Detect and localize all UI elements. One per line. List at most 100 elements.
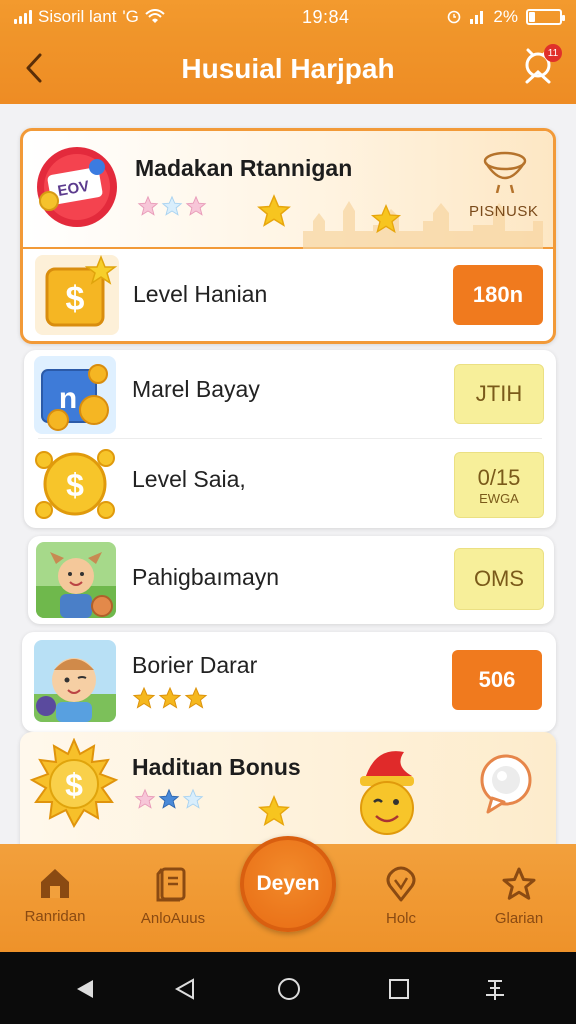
list-card[interactable]: n Marel Bayay JTIH $ Level Saia, 0/15 EW…: [24, 350, 556, 528]
list-item-label-3: Pahigbaımayn: [132, 564, 280, 590]
battery-percent: 2%: [493, 7, 518, 26]
reward-stars: [132, 686, 208, 710]
chat-bubble-icon: [480, 754, 532, 814]
system-home-button[interactable]: [274, 974, 304, 1004]
battery-icon: [526, 9, 565, 25]
page-title: Husuial Harjpah: [181, 53, 395, 84]
featured-logo: ΕΟV: [35, 145, 119, 229]
reward-value: 506: [478, 667, 516, 692]
list-item-label-2: Level Saia,: [132, 466, 246, 492]
star-icon: [158, 788, 180, 809]
list-card-3[interactable]: Pahigbaımayn OMS: [28, 536, 554, 624]
bonus-card[interactable]: $ Haditıan Bonus: [20, 732, 556, 844]
featured-stars: [137, 195, 207, 217]
gold-star-icon: [258, 795, 290, 826]
bowl-icon: [483, 151, 527, 193]
star-icon: [132, 686, 156, 709]
list-item-thumb-1: n: [34, 356, 116, 434]
star-icon: [185, 195, 207, 216]
main-content[interactable]: ΕΟV Madakan Rtannigan PISNUSK $ Level Ha…: [0, 104, 576, 844]
wifi-icon: [145, 9, 165, 23]
home-icon: [41, 869, 69, 898]
nav-label-location: Holc: [385, 910, 416, 927]
status-time: 19:84: [301, 6, 350, 27]
skyline-decoration: [303, 201, 543, 249]
list-item-sub-text-2: EWGA: [479, 490, 519, 506]
nav-label-book: AnloAuus: [140, 910, 206, 927]
status-right: 2%: [447, 7, 565, 27]
nav-item-book[interactable]: AnloAuus: [118, 866, 228, 927]
status-bar: Sisoril lant 'G 19:84 2%: [0, 0, 576, 34]
bonus-stars: [134, 788, 204, 810]
bonus-label: Haditıan Bonus: [132, 754, 301, 780]
square-recents-icon: [389, 979, 409, 999]
featured-header: ΕΟV Madakan Rtannigan PISNUSK: [23, 131, 553, 249]
nav-label-star: Glarian: [494, 910, 544, 927]
back-button[interactable]: [16, 50, 52, 86]
list-item-label-1: Marel Bayay: [132, 376, 260, 402]
center-action-button[interactable]: Deyen: [240, 836, 336, 932]
featured-title: Madakan Rtannigan: [135, 155, 353, 181]
level-value-button[interactable]: 180n: [453, 265, 543, 325]
svg-text:$: $: [66, 467, 84, 503]
list-item-value-2[interactable]: 0/15 EWGA: [454, 452, 544, 518]
signal-icon: [14, 10, 32, 24]
system-recents-button[interactable]: [384, 974, 414, 1004]
mascot-icon: [360, 751, 414, 835]
triangle-outline-icon: [174, 978, 194, 1000]
chevron-left-icon: [26, 53, 42, 83]
triangle-back-icon: [77, 980, 93, 998]
list-item-value-text-3: OMS: [473, 566, 525, 591]
status-left: Sisoril lant 'G: [14, 7, 244, 27]
system-menu-button[interactable]: [480, 974, 510, 1004]
star-icon: [158, 686, 182, 709]
list-item-thumb-2: $: [34, 444, 116, 522]
level-coin-thumb: $: [35, 255, 119, 335]
star-icon: [134, 788, 156, 809]
featured-badge-text: PISNUSK: [469, 203, 539, 220]
star-outline-icon: [502, 867, 536, 900]
reward-card[interactable]: Borier Darar 506: [22, 632, 556, 732]
bottom-navigation: Ranridan AnloAuus Deyen Holc Glarian: [0, 836, 576, 952]
list-item-value-1[interactable]: JTIH: [454, 364, 544, 424]
reward-label: Borier Darar: [132, 652, 258, 678]
list-item-value-text-1: JTIH: [475, 381, 523, 406]
list-item-value-text-2: 0/15: [477, 464, 521, 490]
nav-label-home: Ranridan: [24, 908, 86, 925]
list-item-thumb-3: [36, 542, 116, 618]
svg-text:$: $: [65, 767, 83, 803]
nav-item-star[interactable]: Glarian: [464, 866, 574, 927]
system-navigation-bar: [0, 952, 576, 1024]
center-action-label: Deyen: [256, 872, 320, 895]
featured-card[interactable]: ΕΟV Madakan Rtannigan PISNUSK $ Level Ha…: [20, 128, 556, 344]
divider: [38, 438, 542, 439]
carrier-suffix: 'G: [122, 7, 139, 26]
location-icon: [386, 866, 416, 902]
star-icon: [184, 686, 208, 709]
menu-icon: [486, 980, 504, 1000]
notification-badge: 11: [544, 44, 562, 62]
svg-text:$: $: [66, 280, 85, 318]
circle-home-icon: [278, 978, 300, 1000]
star-icon: [182, 788, 204, 809]
signal-small-icon: [470, 11, 484, 24]
gold-star-icon: [370, 203, 402, 234]
reward-value-button[interactable]: 506: [452, 650, 542, 710]
star-icon: [137, 195, 159, 216]
sun-coin-icon: $: [29, 738, 119, 829]
star-icon: [161, 195, 183, 216]
level-value: 180n: [472, 282, 524, 307]
nav-item-location[interactable]: Holc: [346, 866, 456, 927]
system-back-button[interactable]: [70, 974, 100, 1004]
book-icon: [156, 867, 186, 902]
app-header: Husuial Harjpah 11: [0, 34, 576, 104]
list-item-value-3[interactable]: OMS: [454, 548, 544, 610]
notification-button[interactable]: 11: [518, 44, 562, 88]
level-label: Level Hanian: [133, 281, 268, 307]
gold-star-icon: [257, 194, 291, 227]
chat-bubble-button[interactable]: [478, 754, 534, 814]
system-back-outline-button[interactable]: [170, 974, 200, 1004]
alarm-icon: [448, 10, 461, 24]
nav-item-home[interactable]: Ranridan: [0, 866, 110, 925]
carrier-name: Sisoril lant: [38, 7, 117, 26]
